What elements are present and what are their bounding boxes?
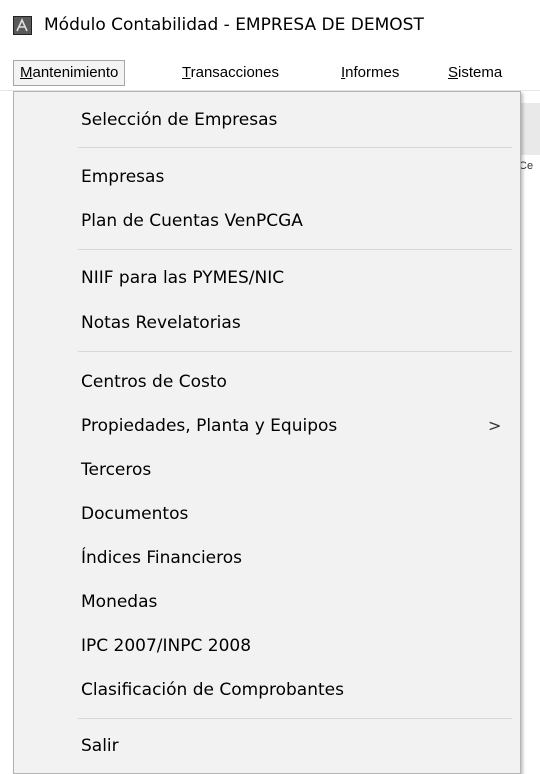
menu-mnemonic: M bbox=[20, 64, 33, 81]
menu-item-niif[interactable]: NIIF para las PYMES/NIC bbox=[14, 256, 520, 300]
menu-item-label: Notas Revelatorias bbox=[81, 313, 241, 333]
menu-label: ransacciones bbox=[190, 64, 279, 81]
background-toolbar-label: Ce bbox=[519, 160, 534, 172]
menu-item-label: Selección de Empresas bbox=[81, 110, 278, 130]
menu-item-seleccion-empresas[interactable]: Selección de Empresas bbox=[14, 98, 520, 142]
title-bar: Módulo Contabilidad - EMPRESA DE DEMOST bbox=[0, 0, 540, 56]
menu-item-label: Documentos bbox=[81, 504, 189, 524]
menu-mnemonic: T bbox=[182, 64, 191, 81]
menu-bar: Mantenimiento Transacciones Informes Sis… bbox=[0, 56, 540, 91]
chevron-right-icon: > bbox=[488, 416, 502, 435]
menu-item-empresas[interactable]: Empresas bbox=[14, 155, 520, 199]
menu-item-salir[interactable]: Salir bbox=[14, 724, 520, 768]
menu-item-label: Monedas bbox=[81, 592, 158, 612]
menu-item-label: Plan de Cuentas VenPCGA bbox=[81, 211, 303, 231]
menu-item-ipc[interactable]: IPC 2007/INPC 2008 bbox=[14, 624, 520, 668]
menu-separator bbox=[78, 351, 512, 352]
menu-sistema[interactable]: Sistema bbox=[442, 60, 508, 86]
menu-item-centros-costo[interactable]: Centros de Costo bbox=[14, 360, 520, 404]
app-logo-icon[interactable] bbox=[13, 16, 32, 35]
menu-item-label: Índices Financieros bbox=[81, 548, 243, 568]
menu-item-clasificacion-comprobantes[interactable]: Clasificación de Comprobantes bbox=[14, 668, 520, 712]
menu-item-label: Propiedades, Planta y Equipos bbox=[81, 416, 338, 436]
menu-separator bbox=[78, 249, 512, 250]
menu-item-label: Centros de Costo bbox=[81, 372, 227, 392]
menu-mantenimiento[interactable]: Mantenimiento bbox=[13, 60, 126, 86]
menu-item-label: IPC 2007/INPC 2008 bbox=[81, 636, 252, 656]
menu-item-plan-cuentas[interactable]: Plan de Cuentas VenPCGA bbox=[14, 199, 520, 243]
menu-item-indices-financieros[interactable]: Índices Financieros bbox=[14, 536, 520, 580]
menu-item-label: Terceros bbox=[81, 460, 152, 480]
menu-item-notas-revelatorias[interactable]: Notas Revelatorias bbox=[14, 301, 520, 345]
menu-transacciones[interactable]: Transacciones bbox=[176, 60, 285, 86]
menu-item-monedas[interactable]: Monedas bbox=[14, 580, 520, 624]
mantenimiento-dropdown-menu: Selección de Empresas Empresas Plan de C… bbox=[13, 91, 521, 774]
menu-mnemonic: S bbox=[448, 64, 459, 81]
menu-informes[interactable]: Informes bbox=[335, 60, 405, 86]
menu-item-label: NIIF para las PYMES/NIC bbox=[81, 268, 285, 288]
menu-item-label: Empresas bbox=[81, 167, 165, 187]
menu-separator bbox=[78, 147, 512, 148]
menu-label: istema bbox=[458, 64, 503, 81]
menu-item-propiedades[interactable]: Propiedades, Planta y Equipos > bbox=[14, 404, 520, 448]
menu-label: nformes bbox=[345, 64, 400, 81]
menu-label: antenimiento bbox=[32, 64, 119, 81]
window-title: Módulo Contabilidad - EMPRESA DE DEMOST bbox=[44, 15, 424, 35]
menu-item-label: Clasificación de Comprobantes bbox=[81, 680, 344, 700]
menu-item-terceros[interactable]: Terceros bbox=[14, 448, 520, 492]
menu-separator bbox=[78, 718, 512, 719]
menu-item-documentos[interactable]: Documentos bbox=[14, 492, 520, 536]
menu-item-label: Salir bbox=[81, 736, 119, 756]
